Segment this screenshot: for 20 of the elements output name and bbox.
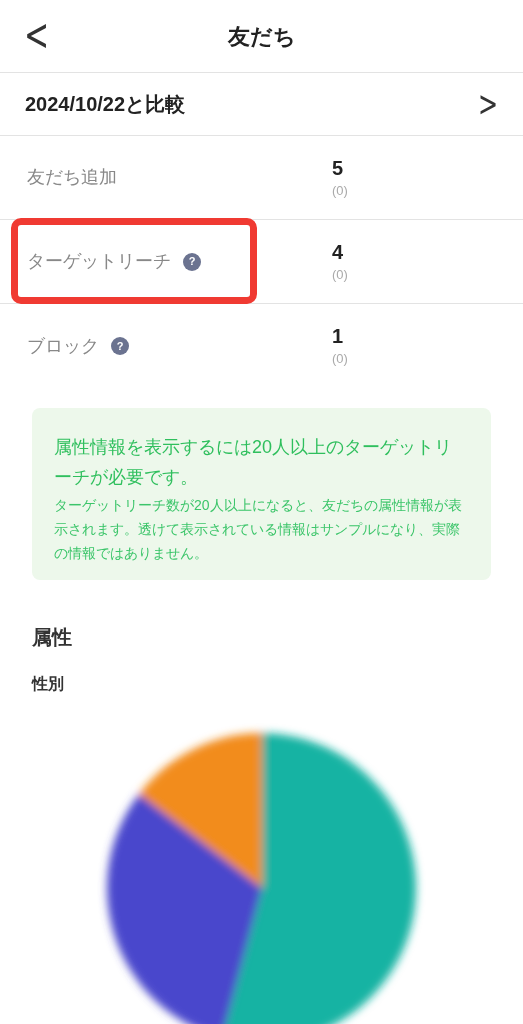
stat-value: 5	[332, 155, 345, 181]
back-button[interactable]: <	[24, 9, 50, 61]
compare-label: 2024/10/22と比較	[25, 92, 186, 117]
notice-text: ターゲットリーチ数が20人以上になると、友だちの属性情報が表示されます。透けて表示されている情報はサンプルになり、実際の情報ではありません。	[54, 496, 463, 563]
chevron-icon: >	[477, 77, 498, 131]
help-icon[interactable]: ?	[183, 252, 201, 271]
notice-title: 属性情報を表示するには20人以上のターゲットリーチが必要です。	[54, 436, 454, 489]
section-heading: 属性	[31, 625, 73, 650]
stat-change: (0)	[332, 265, 348, 284]
stat-change: (0)	[332, 181, 348, 200]
stat-value: 4	[332, 239, 345, 265]
subsection-heading: 性別	[30, 674, 65, 694]
stat-label: 友だち追加	[27, 166, 117, 189]
page-title: 友だち	[227, 22, 296, 51]
compare-row[interactable]: 2024/10/22と比較 >	[0, 73, 523, 136]
help-icon[interactable]: ?	[111, 337, 129, 355]
stat-value: 1	[332, 324, 345, 350]
stat-label: ターゲットリーチ	[27, 250, 171, 273]
stat-label: ブロック	[27, 334, 99, 358]
stat-change: (0)	[332, 350, 348, 369]
